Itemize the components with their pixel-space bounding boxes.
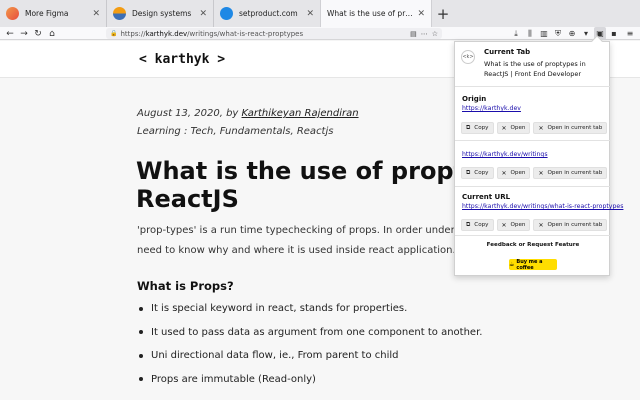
hub-icon[interactable]: ⊕ bbox=[566, 27, 578, 40]
open-current-tab-button[interactable]: ✕ Open in current tab bbox=[533, 219, 608, 231]
close-icon[interactable]: ✕ bbox=[306, 9, 314, 19]
origin-section: Origin https://karthyk.dev ⧉ Copy ✕ Open ✕… bbox=[455, 87, 611, 141]
feedback-link[interactable]: Feedback or Request Feature bbox=[455, 242, 611, 248]
current-tab-header: <k> Current Tab What is the use of propt… bbox=[455, 42, 611, 87]
lock-icon: 🔒 bbox=[110, 30, 118, 37]
copy-icon: ⧉ bbox=[466, 169, 471, 176]
sidebar-icon[interactable]: ▥ bbox=[538, 27, 550, 40]
popup-title: Current Tab bbox=[484, 48, 531, 56]
downloads-icon[interactable]: ⤓ bbox=[510, 27, 522, 40]
post-date-line: August 13, 2020, by Karthikeyan Rajendir… bbox=[137, 108, 359, 119]
list-item: It used to pass data as argument from on… bbox=[137, 321, 482, 345]
origin-title: Origin bbox=[462, 95, 487, 103]
reload-button[interactable]: ↻ bbox=[32, 27, 44, 40]
plus-icon: + bbox=[436, 4, 450, 23]
close-x-icon: ✕ bbox=[538, 221, 544, 229]
page-description: What is the use of proptypes in ReactJS … bbox=[484, 60, 586, 78]
tab-proptypes[interactable]: What is the use of proptypes i... ✕ bbox=[321, 0, 431, 27]
setproduct-favicon-icon bbox=[220, 7, 233, 20]
post-tags: Learning : Tech, Fundamentals, Reactjs bbox=[137, 126, 334, 137]
reader-view-icon[interactable]: ▤ bbox=[410, 30, 417, 38]
bookmark-star-icon[interactable]: ☆ bbox=[432, 30, 438, 38]
current-url-section: Current URL https://karthyk.dev/writings… bbox=[455, 187, 623, 236]
open-current-tab-button[interactable]: ✕ Open in current tab bbox=[533, 167, 608, 179]
tab-label: What is the use of proptypes i... bbox=[327, 9, 414, 18]
navigation-bar: ← → ↻ ⌂ 🔒 https://karthyk.dev/writings/w… bbox=[0, 27, 640, 40]
menu-icon[interactable]: ≡ bbox=[624, 27, 636, 40]
site-favicon-icon: <k> bbox=[461, 50, 475, 64]
site-logo[interactable]: < karthyk > bbox=[139, 52, 225, 67]
open-button[interactable]: ✕ Open bbox=[496, 167, 531, 179]
figma-favicon-icon bbox=[6, 7, 19, 20]
home-icon: ⌂ bbox=[49, 28, 55, 39]
bullet-icon bbox=[139, 353, 143, 358]
new-tab-button[interactable]: + bbox=[431, 0, 455, 27]
extension-icon[interactable]: ▪ bbox=[608, 27, 620, 40]
copy-button[interactable]: ⧉ Copy bbox=[461, 219, 494, 231]
forward-button[interactable]: → bbox=[18, 27, 30, 40]
open-button[interactable]: ✕ Open bbox=[496, 122, 531, 134]
list-item: It is special keyword in react, stands f… bbox=[137, 297, 482, 321]
current-url-title: Current URL bbox=[462, 193, 511, 201]
back-button[interactable]: ← bbox=[4, 27, 16, 40]
tab-label: setproduct.com bbox=[239, 9, 298, 18]
close-icon[interactable]: ✕ bbox=[92, 9, 100, 19]
page-actions-icon[interactable]: ⋯ bbox=[421, 30, 428, 38]
author-link[interactable]: Karthikeyan Rajendiran bbox=[242, 108, 359, 119]
home-button[interactable]: ⌂ bbox=[46, 27, 58, 40]
close-x-icon: ✕ bbox=[538, 124, 544, 132]
tab-design-systems[interactable]: Design systems ✕ bbox=[107, 0, 214, 27]
close-x-icon: ✕ bbox=[501, 221, 507, 229]
writings-actions: ⧉ Copy ✕ Open ✕ Open in current tab bbox=[461, 167, 608, 179]
writings-link[interactable]: https://karthyk.dev/writings bbox=[462, 151, 548, 158]
writings-section: https://karthyk.dev/writings ⧉ Copy ✕ Open… bbox=[455, 141, 611, 187]
origin-link[interactable]: https://karthyk.dev bbox=[462, 105, 521, 112]
tab-strip: More Figma ✕ Design systems ✕ setproduct… bbox=[0, 0, 640, 27]
url-text[interactable]: https://karthyk.dev/writings/what-is-rea… bbox=[120, 30, 406, 38]
tab-setproduct[interactable]: setproduct.com ✕ bbox=[214, 0, 321, 27]
bullet-icon bbox=[139, 330, 143, 335]
current-tab-popup: <k> Current Tab What is the use of propt… bbox=[454, 35, 623, 276]
copy-icon: ⧉ bbox=[466, 124, 471, 131]
coffee-cup-icon: ☕ bbox=[509, 261, 515, 268]
tab-label: More Figma bbox=[25, 9, 69, 18]
current-url-actions: ⧉ Copy ✕ Open ✕ Open in current tab bbox=[461, 219, 608, 231]
library-icon[interactable]: ⫼ bbox=[524, 27, 536, 40]
list-item: Props are immutable (Read-only) bbox=[137, 368, 482, 392]
current-url-link[interactable]: https://karthyk.dev/writings/what-is-rea… bbox=[462, 203, 623, 210]
section-heading: What is Props? bbox=[137, 279, 234, 293]
copy-icon: ⧉ bbox=[466, 221, 471, 228]
tab-more-figma[interactable]: More Figma ✕ bbox=[0, 0, 107, 27]
close-icon[interactable]: ✕ bbox=[199, 9, 207, 19]
bullet-icon bbox=[139, 306, 143, 311]
design-systems-favicon-icon bbox=[113, 7, 126, 20]
close-x-icon: ✕ bbox=[501, 124, 507, 132]
copy-button[interactable]: ⧉ Copy bbox=[461, 122, 494, 134]
buy-me-a-coffee-button[interactable]: ☕ Buy me a coffee bbox=[509, 259, 557, 271]
props-list: It is special keyword in react, stands f… bbox=[137, 297, 482, 391]
forward-arrow-icon: → bbox=[20, 28, 28, 39]
close-x-icon: ✕ bbox=[501, 169, 507, 177]
back-arrow-icon: ← bbox=[6, 28, 14, 39]
open-current-tab-button[interactable]: ✕ Open in current tab bbox=[533, 122, 608, 134]
address-bar[interactable]: 🔒 https://karthyk.dev/writings/what-is-r… bbox=[106, 28, 442, 39]
copy-button[interactable]: ⧉ Copy bbox=[461, 167, 494, 179]
reload-icon: ↻ bbox=[34, 28, 42, 39]
bullet-icon bbox=[139, 377, 143, 382]
tracking-shield-icon[interactable]: ⛨ bbox=[552, 27, 564, 40]
pocket-icon[interactable]: ▾ bbox=[580, 27, 592, 40]
open-button[interactable]: ✕ Open bbox=[496, 219, 531, 231]
list-item: Uni directional data flow, ie., From par… bbox=[137, 344, 482, 368]
tab-label: Design systems bbox=[132, 9, 192, 18]
close-x-icon: ✕ bbox=[538, 169, 544, 177]
origin-actions: ⧉ Copy ✕ Open ✕ Open in current tab bbox=[461, 122, 608, 134]
close-icon[interactable]: ✕ bbox=[417, 9, 425, 19]
